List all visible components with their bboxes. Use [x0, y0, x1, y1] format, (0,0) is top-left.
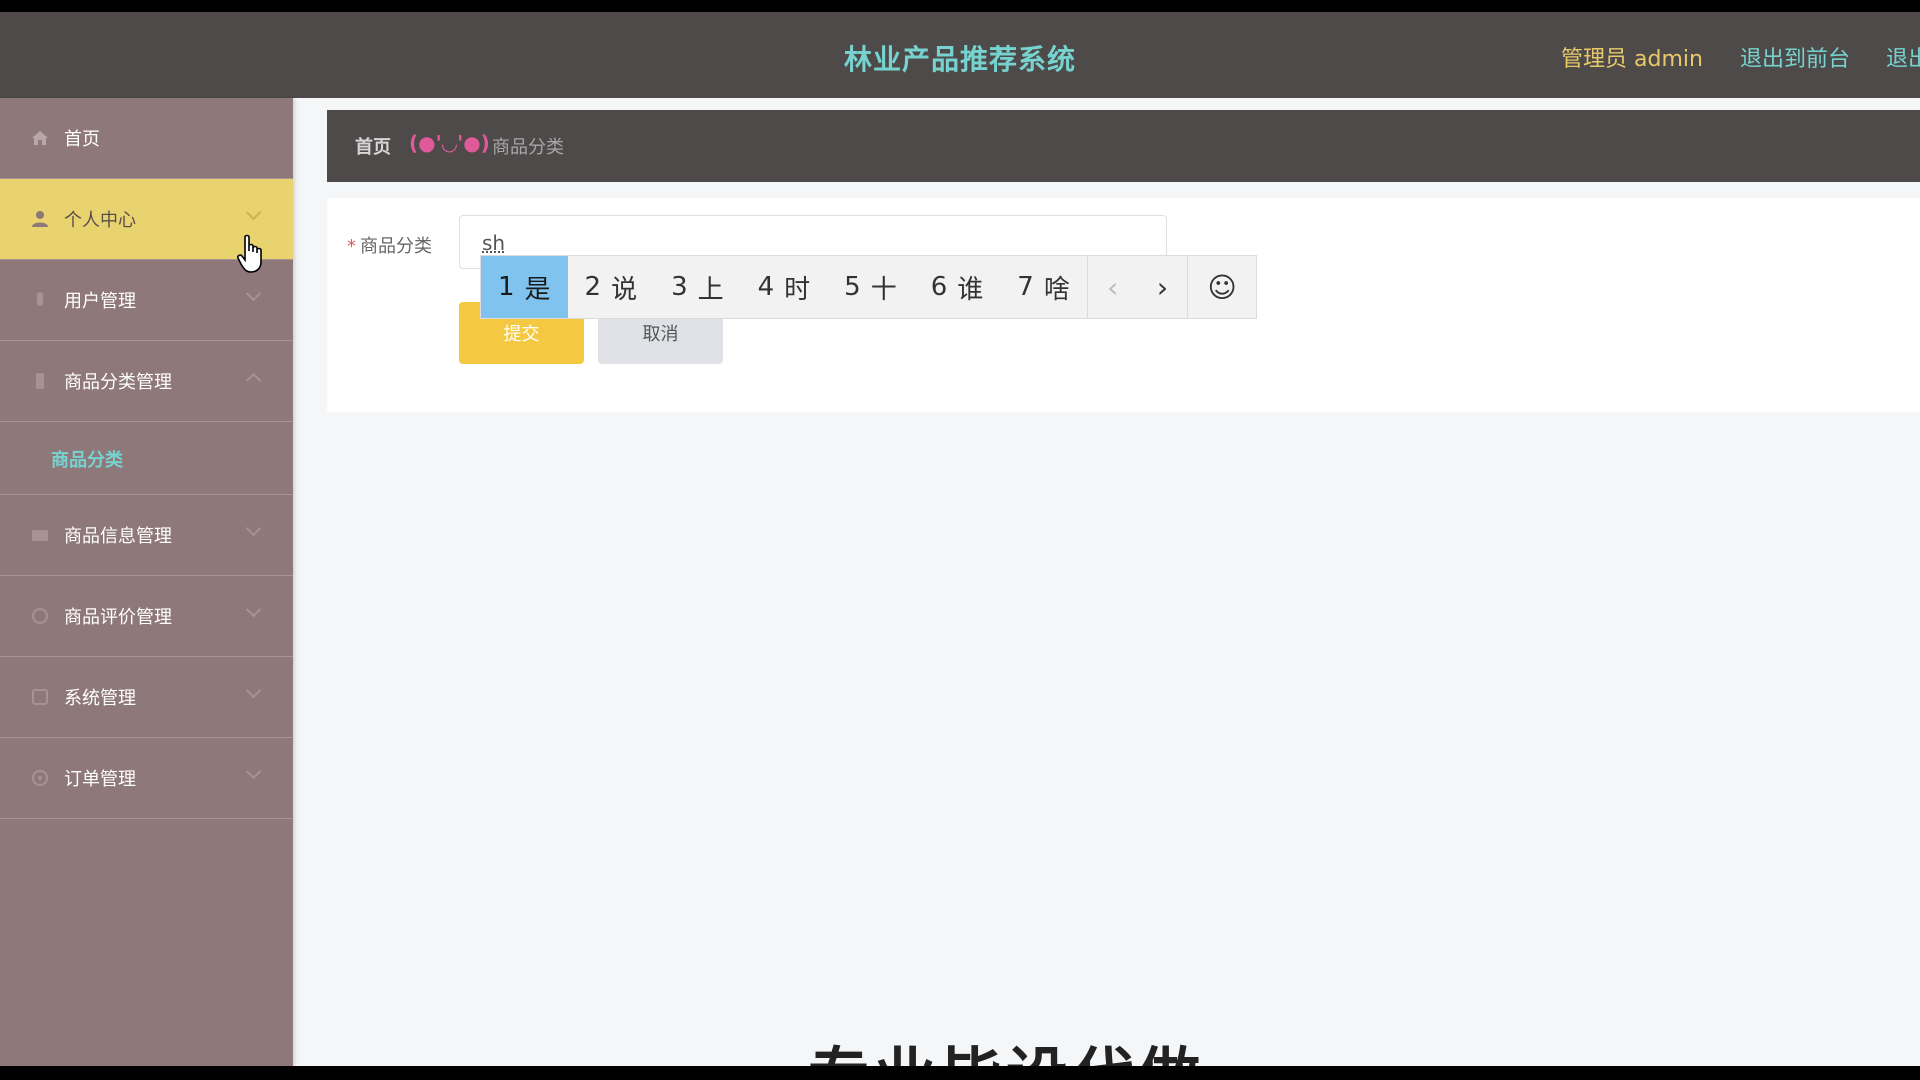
- top-header: 林业产品推荐系统 管理员 admin 退出到前台 退出登录: [0, 12, 1920, 98]
- chevron-down-icon: [245, 601, 262, 618]
- ime-candidate-5[interactable]: 5十: [827, 256, 914, 318]
- ime-next-page-icon[interactable]: ›: [1138, 256, 1188, 318]
- chevron-down-icon: [245, 682, 262, 699]
- comment-icon: [30, 606, 50, 626]
- ime-candidate-2[interactable]: 2说: [568, 256, 655, 318]
- sidebar-item-system-management[interactable]: 系统管理: [0, 657, 293, 738]
- logout-link[interactable]: 退出登录: [1886, 41, 1920, 73]
- emoji-icon[interactable]: ☺: [1187, 256, 1256, 318]
- exit-to-front-link[interactable]: 退出到前台: [1740, 41, 1850, 73]
- order-icon: [30, 768, 50, 788]
- ime-prev-page-icon[interactable]: ‹: [1086, 256, 1138, 318]
- required-mark: *: [347, 236, 356, 257]
- ime-candidate-6[interactable]: 6谁: [914, 256, 1001, 318]
- breadcrumb-current: 商品分类: [492, 137, 564, 158]
- sidebar-item-review-management[interactable]: 商品评价管理: [0, 576, 293, 657]
- admin-label: 管理员 admin: [1561, 47, 1703, 72]
- ime-candidate-3[interactable]: 3上: [654, 256, 741, 318]
- breadcrumb-separator: (●'◡'●): [409, 131, 490, 155]
- goods-icon: [30, 525, 50, 545]
- sidebar-item-label: 用户管理: [64, 291, 136, 312]
- sidebar-item-label: 商品信息管理: [64, 526, 172, 547]
- users-icon: [30, 290, 50, 310]
- ime-candidate-4[interactable]: 4时: [741, 256, 828, 318]
- breadcrumb: 首页 (●'◡'●) 商品分类: [327, 110, 1920, 182]
- ime-candidate-1[interactable]: 1是: [481, 256, 568, 318]
- category-icon: [30, 371, 50, 391]
- hand-cursor-icon: [237, 234, 262, 273]
- sidebar-item-order-management[interactable]: 订单管理: [0, 738, 293, 819]
- category-field-label: * 商品分类: [347, 232, 432, 258]
- chevron-up-icon: [245, 372, 262, 389]
- ime-candidate-bar: 1是 2说 3上 4时 5十 6谁 7啥 ‹ › ☺: [480, 255, 1257, 319]
- sidebar-item-label: 系统管理: [64, 688, 136, 709]
- sidebar-item-goods-management[interactable]: 商品信息管理: [0, 495, 293, 576]
- chevron-down-icon: [245, 204, 262, 221]
- category-label-text: 商品分类: [360, 236, 432, 257]
- sidebar-item-label: 首页: [64, 129, 100, 150]
- sidebar-item-home[interactable]: 首页: [0, 98, 293, 179]
- ime-candidate-7[interactable]: 7啥: [1000, 256, 1087, 318]
- watermark-text: 专业毕设代做: [808, 1026, 1204, 1066]
- sidebar-item-label: 商品评价管理: [64, 607, 172, 628]
- breadcrumb-home[interactable]: 首页: [355, 133, 391, 159]
- chevron-down-icon: [245, 285, 262, 302]
- sidebar-item-label: 订单管理: [64, 769, 136, 790]
- user-icon: [30, 209, 50, 229]
- sidebar-item-label: 个人中心: [64, 210, 136, 231]
- chevron-down-icon: [245, 520, 262, 537]
- sidebar-subitem-label: 商品分类: [51, 450, 123, 471]
- sidebar-item-category-management[interactable]: 商品分类管理: [0, 341, 293, 422]
- sidebar-item-label: 商品分类管理: [64, 372, 172, 393]
- system-icon: [30, 687, 50, 707]
- home-icon: [30, 128, 50, 148]
- chevron-down-icon: [245, 763, 262, 780]
- app-window: 林业产品推荐系统 管理员 admin 退出到前台 退出登录 首页 个人中心 用户…: [0, 12, 1920, 1066]
- sidebar-subitem-category[interactable]: 商品分类: [0, 422, 293, 495]
